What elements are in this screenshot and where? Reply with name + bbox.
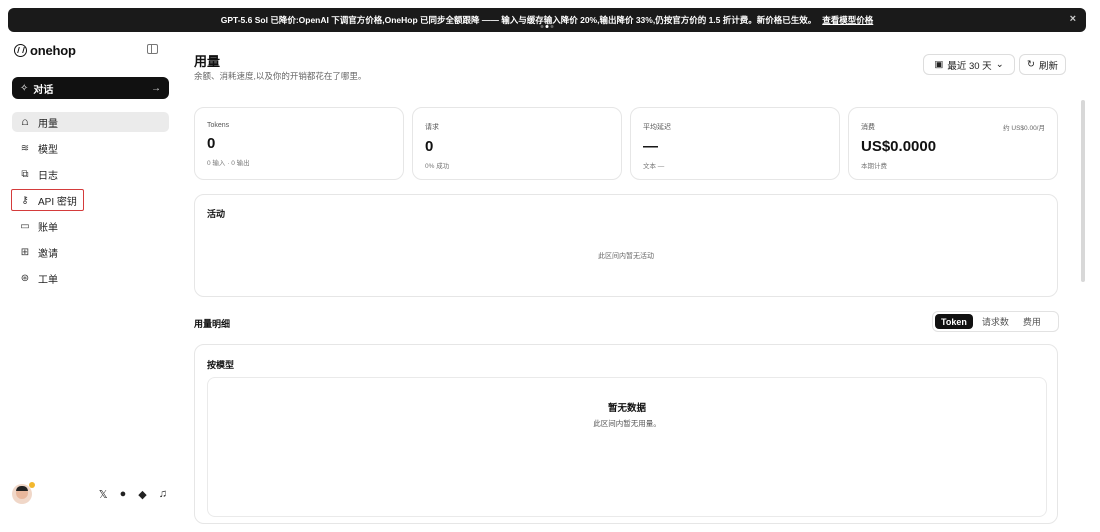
stat-note: 0 输入 · 0 输出 (207, 160, 250, 167)
stat-label: Tokens (207, 122, 230, 129)
gift-icon: ⊞ (20, 246, 30, 258)
sidebar-item-label: 邀请 (38, 248, 58, 260)
bell-icon[interactable]: ♫ (159, 488, 167, 500)
status-dot (29, 482, 35, 488)
banner-text: GPT-5.6 Sol 已降价:OpenAI 下调官方价格,OneHop 已同步… (220, 15, 817, 25)
logo-icon (14, 44, 27, 57)
logo[interactable]: onehop (14, 43, 76, 58)
tab-cost[interactable]: 费用 (1018, 314, 1046, 329)
sidebar-item-usage[interactable]: ⩍ 用量 (12, 112, 169, 132)
tab-token[interactable]: Token (935, 314, 973, 329)
banner-dot[interactable] (550, 25, 554, 28)
date-range-select[interactable]: ▣ 最近 30 天 ⌄ (923, 54, 1015, 75)
stat-value: US$0.0000 (861, 138, 937, 155)
layers-icon: ≋ (20, 142, 30, 154)
sidebar-item-tickets[interactable]: ⊛ 工单 (12, 268, 169, 288)
stat-corner-note: 约 US$0.00/月 (1003, 125, 1045, 132)
announcement-banner: GPT-5.6 Sol 已降价:OpenAI 下调官方价格,OneHop 已同步… (8, 8, 1086, 32)
sidebar-item-api-keys[interactable]: ⚷ API 密钥 (11, 189, 84, 211)
stat-value: 0 (425, 138, 434, 155)
stat-note: 文本 — (643, 163, 665, 170)
support-icon: ⊛ (20, 272, 30, 284)
stat-label: 平均延迟 (643, 124, 671, 131)
stat-value: 0 (207, 135, 216, 152)
scrollbar[interactable] (1081, 100, 1085, 282)
page-title: 用量 (194, 54, 221, 69)
x-icon[interactable]: 𝕏 (99, 488, 108, 501)
log-icon: ⧉ (21, 168, 29, 180)
sidebar-item-label: 工单 (38, 274, 58, 286)
sidebar-item-label: 日志 (38, 170, 58, 182)
activity-empty-text: 此区间内暂无活动 (598, 253, 654, 260)
sidebar-item-label: API 密钥 (38, 196, 77, 208)
refresh-icon: ↻ (1027, 59, 1035, 70)
usage-detail-title: 用量明细 (194, 319, 231, 329)
sidebar-item-label: 用量 (38, 118, 58, 130)
sidebar-item-label: 账单 (38, 222, 58, 234)
sidebar-nav: ⩍ 用量 ≋ 模型 ⧉ 日志 ⚷ API 密钥 ▭ 账单 ⊞ 邀请 ⊛ 工单 (11, 112, 169, 294)
refresh-label: 刷新 (1038, 60, 1058, 72)
card-icon: ▭ (20, 220, 30, 232)
view-pricing-link[interactable]: 查看模型价格 (822, 14, 873, 26)
activity-panel: 活动 此区间内暂无活动 (194, 194, 1058, 297)
sidebar-footer: 𝕏 ● ◆ ♫ (12, 482, 169, 504)
by-model-title: 按模型 (207, 360, 235, 370)
sidebar-item-label: 模型 (38, 144, 58, 156)
empty-description: 此区间内暂无用量。 (593, 419, 661, 428)
calendar-icon: ▣ (934, 59, 944, 70)
by-model-panel: 按模型 暂无数据 此区间内暂无用量。 (194, 344, 1058, 524)
sidebar-item-models[interactable]: ≋ 模型 (12, 138, 169, 158)
chat-button[interactable]: ✧ 对话 → (12, 77, 169, 99)
sparkle-icon: ✧ (20, 82, 29, 94)
stat-card-latency: 平均延迟 — 文本 — (630, 107, 840, 180)
by-model-empty-state: 暂无数据 此区间内暂无用量。 (207, 377, 1047, 517)
metric-toggle: Token 请求数 费用 (932, 311, 1059, 332)
chevron-down-icon: ⌄ (995, 59, 1004, 70)
stat-note: 0% 成功 (425, 163, 450, 170)
bar-chart-icon: ⩍ (21, 116, 29, 128)
stat-card-spend: 消费 约 US$0.00/月 US$0.0000 本期计费 (848, 107, 1058, 180)
stat-note: 本期计费 (861, 163, 887, 170)
github-icon[interactable]: ● (120, 488, 127, 500)
sidebar-collapse-icon[interactable] (147, 44, 158, 54)
stat-label: 请求 (425, 124, 439, 131)
banner-dot[interactable] (540, 25, 544, 28)
stat-card-requests: 请求 0 0% 成功 (412, 107, 622, 180)
tab-requests[interactable]: 请求数 (977, 314, 1014, 329)
close-icon[interactable]: × (1070, 13, 1076, 25)
sidebar-item-billing[interactable]: ▭ 账单 (12, 216, 169, 236)
social-links: 𝕏 ● ◆ ♫ (99, 488, 167, 501)
avatar[interactable] (12, 482, 35, 504)
empty-title: 暂无数据 (607, 403, 646, 414)
date-range-label: 最近 30 天 (947, 60, 992, 72)
sidebar-item-invite[interactable]: ⊞ 邀请 (12, 242, 169, 262)
banner-dot[interactable] (545, 25, 549, 28)
activity-title: 活动 (207, 209, 226, 219)
banner-pager (540, 25, 554, 28)
sidebar: onehop ✧ 对话 → ⩍ 用量 ≋ 模型 ⧉ 日志 ⚷ API 密钥 ▭ … (0, 32, 180, 532)
stat-value: — (643, 138, 658, 155)
refresh-button[interactable]: ↻ 刷新 (1019, 54, 1066, 75)
key-icon: ⚷ (21, 194, 29, 206)
main-content: 用量 余额、消耗速度,以及你的开销都花在了哪里。 ▣ 最近 30 天 ⌄ ↻ 刷… (180, 32, 1090, 532)
page-subtitle: 余额、消耗速度,以及你的开销都花在了哪里。 (194, 71, 367, 81)
stat-card-tokens: Tokens 0 0 输入 · 0 输出 (194, 107, 404, 180)
discord-icon[interactable]: ◆ (138, 488, 146, 501)
sidebar-item-logs[interactable]: ⧉ 日志 (12, 164, 169, 184)
stat-cards: Tokens 0 0 输入 · 0 输出 请求 0 0% 成功 平均延迟 — 文… (194, 107, 1058, 180)
chat-label: 对话 (33, 84, 54, 96)
logo-text: onehop (30, 43, 76, 58)
arrow-right-icon: → (151, 82, 161, 94)
